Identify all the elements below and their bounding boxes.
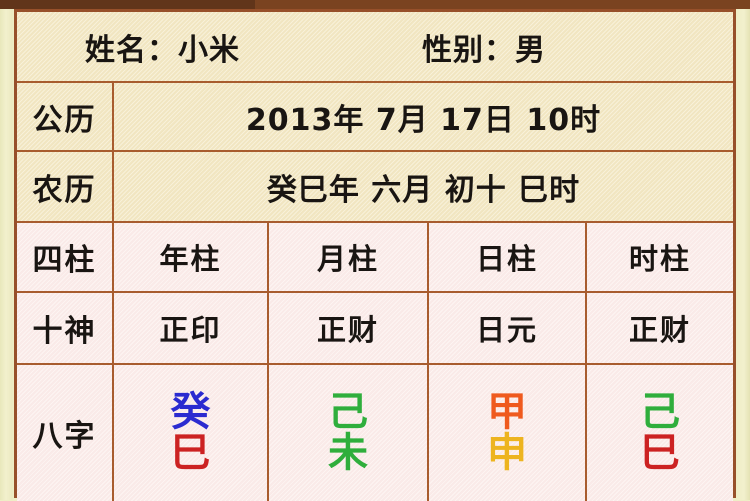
bazi-year-stack: 癸 巳 bbox=[114, 392, 267, 474]
solar-date-label: 公历 bbox=[17, 81, 114, 152]
lunar-date-label: 农历 bbox=[17, 150, 114, 223]
bazi-day-stack: 甲 申 bbox=[429, 392, 585, 474]
ten-god-day: 日元 bbox=[427, 291, 587, 365]
person-info-inner: 姓名：小米 性别：男 bbox=[17, 25, 733, 69]
pillar-year: 年柱 bbox=[112, 221, 269, 293]
bazi-year-stem: 癸 bbox=[170, 389, 211, 436]
bazi-month-stem: 己 bbox=[328, 389, 368, 436]
top-decorative-bar bbox=[0, 0, 750, 9]
bazi-month-cell: 己 未 bbox=[267, 363, 429, 501]
ten-gods-row: 十神 正印 正财 日元 正财 bbox=[17, 291, 734, 365]
pillar-hour: 时柱 bbox=[584, 221, 734, 293]
person-info-cell: 姓名：小米 性别：男 bbox=[17, 12, 734, 83]
ten-god-year: 正印 bbox=[112, 291, 269, 365]
top-bar-left-segment bbox=[0, 0, 255, 9]
bazi-day-branch: 申 bbox=[487, 430, 527, 476]
bazi-day-stem: 甲 bbox=[487, 389, 527, 436]
bazi-year-branch: 巳 bbox=[170, 430, 211, 476]
bazi-month-branch: 未 bbox=[328, 430, 368, 476]
bazi-table-frame: 姓名：小米 性别：男 公历 2013年 7月 17日 10时 农历 癸巳年 六月… bbox=[14, 9, 736, 501]
person-gender: 性别：男 bbox=[422, 32, 546, 68]
lunar-date-row: 农历 癸巳年 六月 初十 巳时 bbox=[17, 150, 734, 223]
bazi-hour-stem: 己 bbox=[640, 389, 680, 436]
bazi-hour-cell: 己 巳 bbox=[584, 363, 734, 501]
bazi-label: 八字 bbox=[17, 363, 114, 501]
solar-date-row: 公历 2013年 7月 17日 10时 bbox=[17, 81, 734, 152]
four-pillars-row: 四柱 年柱 月柱 日柱 时柱 bbox=[17, 221, 734, 293]
four-pillars-label: 四柱 bbox=[17, 221, 114, 293]
bazi-year-cell: 癸 巳 bbox=[112, 363, 269, 501]
person-name: 姓名：小米 bbox=[85, 32, 240, 68]
ten-god-month: 正财 bbox=[267, 291, 429, 365]
bazi-month-stack: 己 未 bbox=[269, 392, 427, 474]
bazi-hour-stack: 己 巳 bbox=[587, 392, 733, 474]
lunar-date-value: 癸巳年 六月 初十 巳时 bbox=[111, 150, 734, 223]
bazi-characters-row: 八字 癸 巳 己 未 甲 申 己 巳 bbox=[17, 363, 734, 501]
solar-date-value: 2013年 7月 17日 10时 bbox=[111, 81, 734, 152]
person-info-row: 姓名：小米 性别：男 bbox=[17, 12, 734, 83]
ten-gods-label: 十神 bbox=[17, 291, 114, 365]
bazi-day-cell: 甲 申 bbox=[427, 363, 587, 501]
bazi-hour-branch: 巳 bbox=[640, 430, 680, 476]
bazi-table: 姓名：小米 性别：男 公历 2013年 7月 17日 10时 农历 癸巳年 六月… bbox=[17, 12, 734, 501]
ten-god-hour: 正财 bbox=[584, 291, 734, 365]
pillar-month: 月柱 bbox=[267, 221, 429, 293]
pillar-day: 日柱 bbox=[427, 221, 587, 293]
bazi-chart-page: 姓名：小米 性别：男 公历 2013年 7月 17日 10时 农历 癸巳年 六月… bbox=[0, 0, 750, 501]
